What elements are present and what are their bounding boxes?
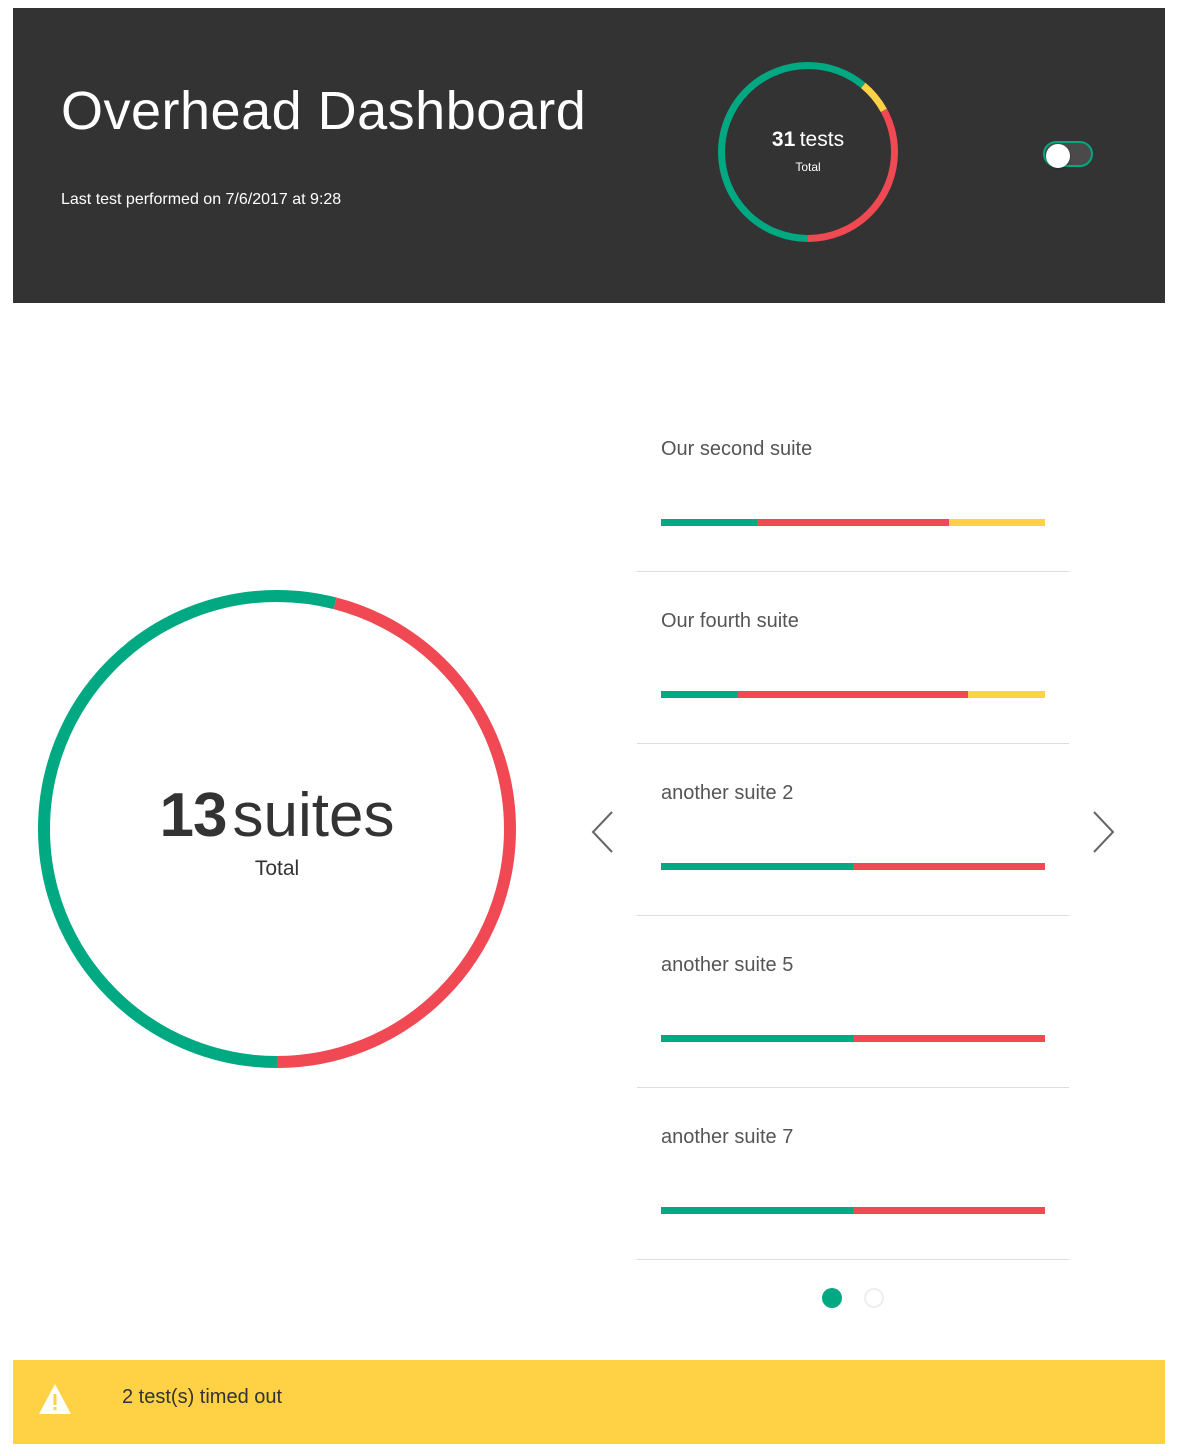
bar-segment-passed <box>661 863 853 870</box>
tests-total-caption: Total <box>795 160 821 174</box>
suite-status-bar <box>661 863 1045 870</box>
suite-status-bar <box>661 691 1045 698</box>
suite-status-bar <box>661 519 1045 526</box>
chevron-left-icon <box>591 811 613 853</box>
page-dot-1[interactable] <box>822 1288 842 1308</box>
last-test-timestamp: Last test performed on 7/6/2017 at 9:28 <box>61 191 342 208</box>
suite-item[interactable]: another suite 5 <box>637 916 1069 1088</box>
bar-segment-failed <box>853 863 1045 870</box>
suites-total-caption: Total <box>254 857 300 880</box>
tests-count: 31 <box>771 128 796 151</box>
suite-item[interactable]: another suite 7 <box>637 1088 1069 1260</box>
suites-total-meter: 13suites Total <box>38 590 516 1068</box>
page-title: Overhead Dashboard <box>61 81 587 141</box>
page-dot-2[interactable] <box>864 1288 884 1308</box>
suites-total-label: 13suites Total <box>38 780 516 881</box>
timeout-alert-banner: 2 test(s) timed out <box>13 1360 1165 1444</box>
suite-name: Our fourth suite <box>661 610 799 632</box>
suite-status-bar <box>661 1207 1045 1214</box>
suite-item[interactable]: Our fourth suite <box>637 572 1069 744</box>
suite-item[interactable]: another suite 2 <box>637 744 1069 916</box>
dashboard-header: Overhead Dashboard Last test performed o… <box>13 8 1165 303</box>
bar-segment-timed_out <box>968 691 1045 698</box>
bar-segment-failed <box>853 1207 1045 1214</box>
toggle-knob <box>1046 144 1070 168</box>
tests-total-label: 31 tests Total <box>718 128 898 174</box>
bar-segment-passed <box>661 691 738 698</box>
suites-unit: suites <box>232 781 395 850</box>
suite-name: another suite 7 <box>661 1126 794 1148</box>
suite-status-bar <box>661 1035 1045 1042</box>
suite-list: Our second suite Our fourth suite anothe… <box>637 400 1069 1260</box>
bar-segment-failed <box>853 1035 1045 1042</box>
suite-name: Our second suite <box>661 438 813 460</box>
tests-unit: tests <box>799 128 845 151</box>
bar-segment-failed <box>737 691 969 698</box>
bar-segment-passed <box>661 1207 853 1214</box>
tests-total-meter: 31 tests Total <box>718 62 898 242</box>
warning-icon <box>39 1384 71 1414</box>
suite-item[interactable]: Our second suite <box>637 400 1069 572</box>
bar-segment-passed <box>661 519 757 526</box>
view-toggle[interactable] <box>1043 141 1093 168</box>
next-page-button[interactable] <box>1088 808 1118 856</box>
suites-count: 13 <box>159 781 228 850</box>
bar-segment-failed <box>757 519 949 526</box>
chevron-right-icon <box>1093 811 1115 853</box>
suite-name: another suite 2 <box>661 782 794 804</box>
bar-segment-timed_out <box>949 519 1045 526</box>
bar-segment-passed <box>661 1035 853 1042</box>
suite-name: another suite 5 <box>661 954 794 976</box>
carousel-pagination <box>822 1288 892 1310</box>
previous-page-button[interactable] <box>588 808 618 856</box>
alert-message: 2 test(s) timed out <box>122 1386 283 1408</box>
